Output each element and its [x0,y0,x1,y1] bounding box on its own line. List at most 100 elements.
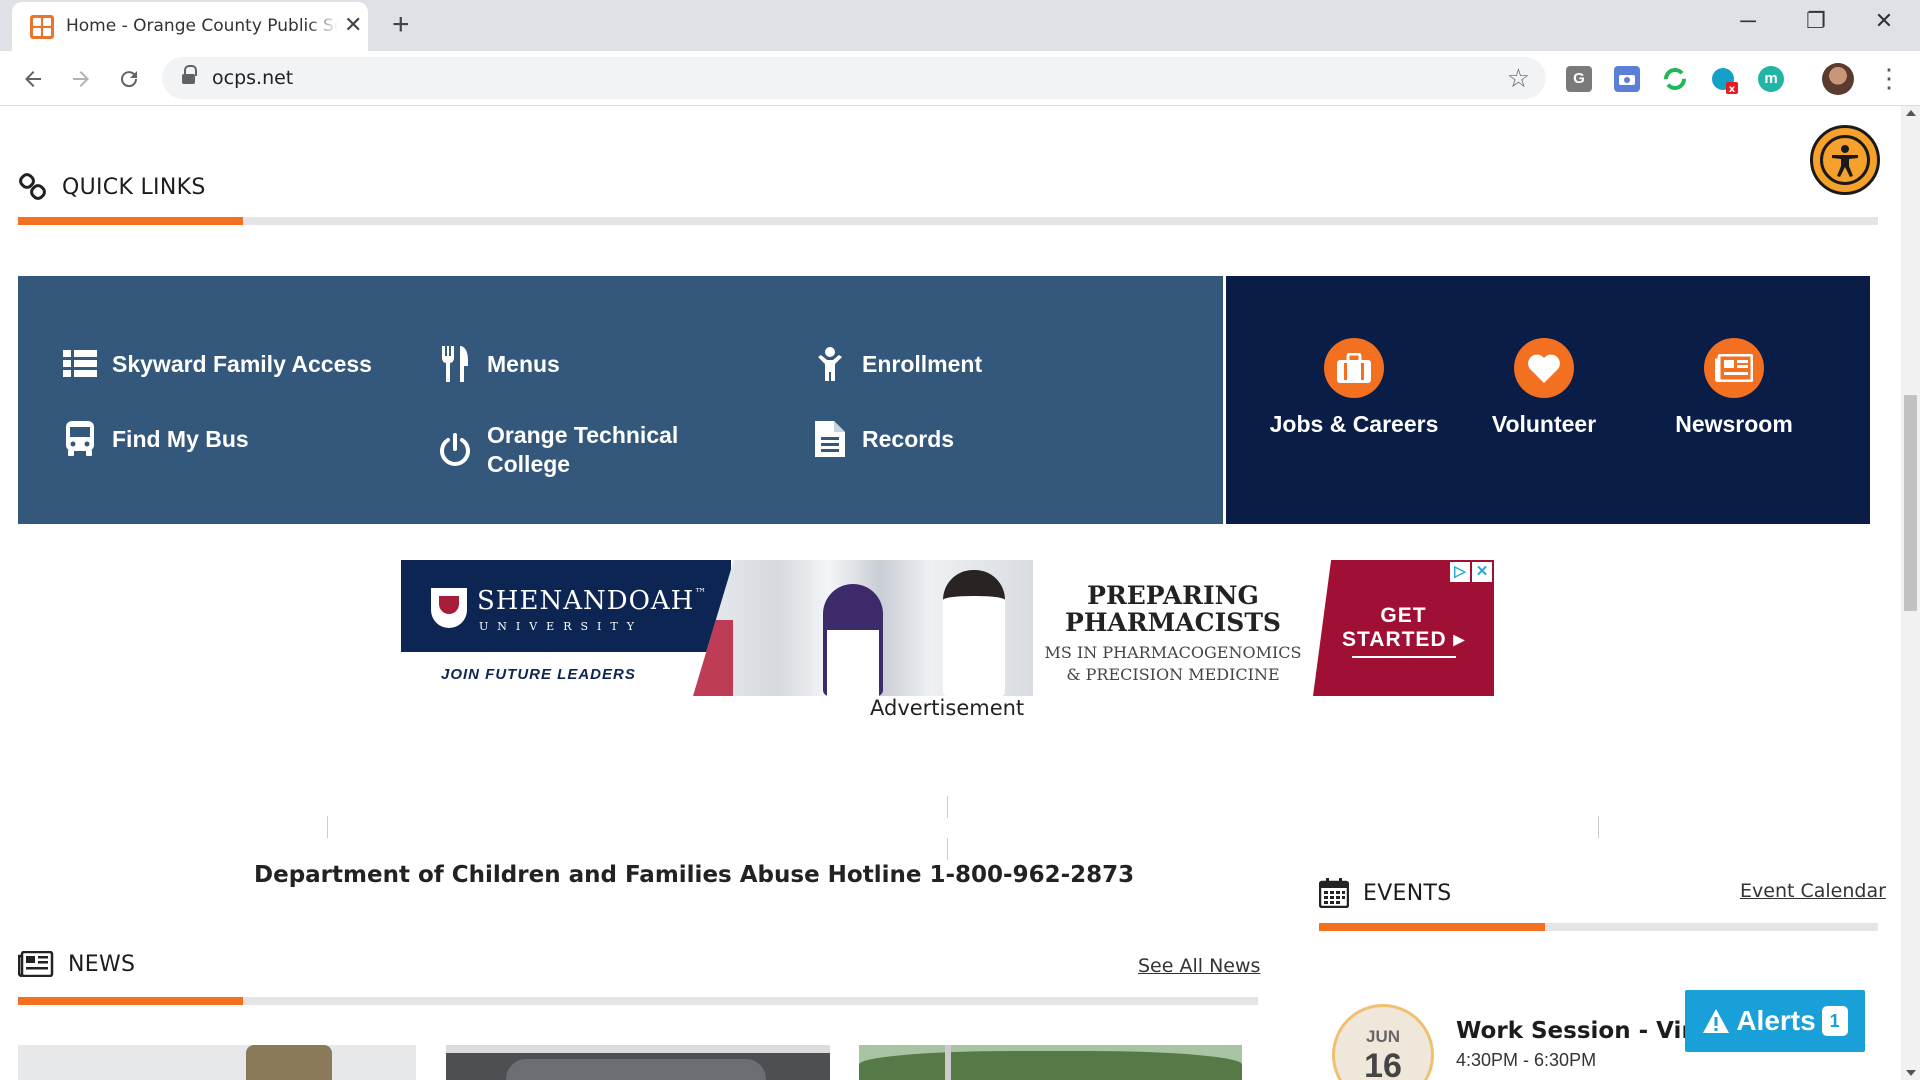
bookmark-star-icon[interactable]: ☆ [1507,63,1530,93]
back-button[interactable] [16,62,50,96]
ad-headline-2: PHARMACISTS [1065,608,1281,637]
scroll-down-arrow-icon[interactable] [1906,1070,1916,1076]
event-day: 16 [1364,1047,1402,1080]
event-calendar-link[interactable]: Event Calendar [1740,880,1886,902]
extension-sync-icon[interactable] [1662,66,1688,92]
profile-avatar[interactable] [1822,63,1854,95]
window-close-button[interactable]: ✕ [1864,6,1904,36]
event-time: 4:30PM - 6:30PM [1456,1050,1597,1070]
university-shield-logo [431,588,467,628]
ad-choices: ▷ ✕ [1450,562,1492,582]
new-tab-button[interactable]: + [392,8,410,42]
ad-headline-1: PREPARING [1087,581,1259,610]
divider-2 [947,796,948,818]
browser-tab[interactable]: Home - Orange County Public Schools ✕ [12,2,368,51]
ad-sub-1: MS IN PHARMACOGENOMICS [1044,643,1302,662]
divider-1 [327,816,328,838]
quick-link-enrollment[interactable]: Enrollment [812,346,982,382]
ad-brand-name: SHENANDOAH™ [477,586,708,616]
featured-link-newsroom[interactable]: Newsroom [1644,338,1824,439]
ad-cta-2: STARTED ▸ [1342,628,1465,651]
news-thumbnail-2[interactable] [446,1045,830,1080]
reload-icon [121,71,138,88]
ad-photo [693,560,1033,696]
ad-info-icon[interactable]: ▷ [1450,562,1470,582]
extension-camera-icon[interactable] [1614,66,1640,92]
tab-close-button[interactable]: ✕ [344,14,362,36]
shenandoah-advertisement[interactable]: SHENANDOAH™ UNIVERSITY JOIN FUTURE LEADE… [401,560,1494,696]
child-icon [812,346,848,382]
arrow-left-icon [25,71,41,87]
featured-link-volunteer[interactable]: Volunteer [1454,338,1634,439]
forward-button[interactable] [64,62,98,96]
ad-brand-sub: UNIVERSITY [479,620,643,633]
quick-link-orange-technical-college[interactable]: Orange Technical College [437,421,737,479]
quick-links-rule [18,217,1878,225]
quick-link-label: Menus [487,350,560,377]
ad-copy: PREPARING PHARMACISTS MS IN PHARMACOGENOM… [1033,560,1313,696]
ad-tagline: JOIN FUTURE LEADERS [441,666,636,683]
ad-cta-underline [1351,656,1456,658]
advertisement-label: Advertisement [870,696,1025,720]
see-all-news-link[interactable]: See All News [1138,955,1260,977]
bus-icon [62,421,98,457]
address-bar[interactable]: ocps.net ☆ [162,57,1546,99]
browser-toolbar: ocps.net ☆ G x m ⋮ [0,51,1920,106]
event-date-badge: JUN 16 [1332,1004,1434,1080]
news-thumbnail-3[interactable] [859,1045,1242,1080]
quick-link-menus[interactable]: Menus [437,346,560,382]
quick-link-find-my-bus[interactable]: Find My Bus [62,421,249,457]
event-month: JUN [1365,1027,1400,1046]
link-icon [19,173,46,200]
abuse-hotline-text: Department of Children and Families Abus… [254,862,1135,888]
events-title: EVENTS [1363,880,1452,906]
ad-sub-2: & PRECISION MEDICINE [1066,665,1280,684]
quick-link-label: Find My Bus [112,425,249,452]
document-icon [812,421,848,457]
list-icon [62,346,98,382]
quick-link-label: Enrollment [862,350,983,377]
ad-close-icon[interactable]: ✕ [1472,562,1492,582]
quick-link-records[interactable]: Records [812,421,954,457]
browser-menu-icon[interactable]: ⋮ [1876,63,1902,93]
featured-links-panel: Jobs & Careers Volunteer Newsroom [1226,276,1870,524]
scroll-up-arrow-icon[interactable] [1906,110,1916,116]
browser-tab-strip: Home - Orange County Public Schools ✕ + … [0,0,1920,51]
briefcase-icon [1324,338,1384,398]
accessibility-icon [1820,135,1870,185]
page-scrollbar[interactable] [1901,106,1920,1080]
newspaper-icon [1704,338,1764,398]
news-thumbnail-1[interactable] [18,1045,416,1080]
ad-brand-block: SHENANDOAH™ UNIVERSITY JOIN FUTURE LEADE… [401,560,731,696]
quick-links-header: QUICK LINKS [18,172,206,202]
quick-link-skyward[interactable]: Skyward Family Access [62,346,372,382]
newspaper-icon [18,951,54,977]
events-rule [1319,923,1878,931]
events-header: EVENTS [1319,878,1452,908]
featured-link-jobs-careers[interactable]: Jobs & Careers [1264,338,1444,439]
ocps-favicon-icon [30,15,54,39]
quick-link-label: Records [862,425,955,452]
page-viewport: QUICK LINKS Skyward Family Access Menus [0,106,1901,1080]
url-text[interactable]: ocps.net [212,67,293,89]
scrollbar-thumb[interactable] [1904,395,1917,611]
arrow-right-icon [73,71,89,87]
quick-links-title: QUICK LINKS [62,174,206,200]
restore-button[interactable]: ❐ [1796,6,1836,36]
lock-icon[interactable] [182,65,197,86]
tab-title: Home - Orange County Public Schools [66,16,338,36]
quick-link-label: Skyward Family Access [112,350,372,377]
heart-icon [1514,338,1574,398]
ad-brand-bar: SHENANDOAH™ UNIVERSITY [401,560,731,652]
minimize-button[interactable]: ─ [1728,6,1768,36]
accessibility-button[interactable] [1810,125,1880,195]
alerts-button[interactable]: Alerts 1 [1685,990,1865,1052]
quick-link-label: Orange Technical College [487,422,679,477]
reload-button[interactable] [112,62,146,96]
extension-g-icon[interactable]: G [1566,66,1592,92]
extension-m-icon[interactable]: m [1758,66,1784,92]
warning-icon [1703,1009,1730,1033]
featured-link-label: Volunteer [1491,411,1597,437]
extension-blocked-icon[interactable]: x [1710,66,1738,95]
ad-person-1 [823,584,883,696]
